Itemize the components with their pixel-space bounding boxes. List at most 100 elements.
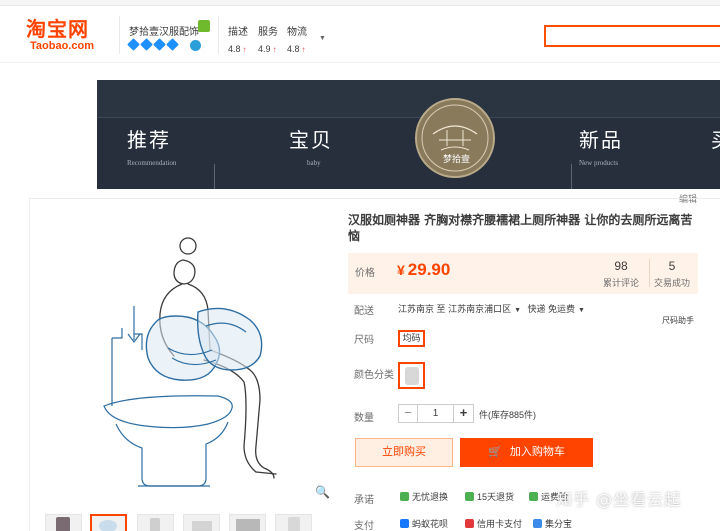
nav-label: 新品	[579, 128, 623, 152]
thumbnail-image	[288, 517, 300, 531]
banner-top-band	[97, 80, 720, 118]
nav-label: 买	[711, 124, 720, 153]
sales-count: 5 交易成功	[654, 259, 690, 289]
price-value: ¥29.90	[397, 260, 450, 280]
main-product-image[interactable]	[38, 210, 340, 508]
header-divider	[119, 16, 120, 54]
score-label: 描述	[228, 27, 248, 38]
nav-new-products[interactable]: 新品 New products	[579, 124, 623, 167]
taobao-logo[interactable]: 淘宝网 Taobao.com	[26, 18, 110, 52]
thumbnail-image	[56, 517, 70, 531]
price-number: 29.90	[407, 260, 451, 279]
price-panel: 价格 ¥29.90 98 累计评论 5 交易成功	[348, 253, 698, 294]
stat-value: 5	[668, 259, 676, 273]
thumbnail-image	[99, 520, 117, 531]
payment-item: 集分宝	[533, 517, 572, 530]
chevron-down-icon[interactable]: ▼	[319, 35, 326, 42]
huabei-icon	[400, 519, 409, 528]
size-label: 尺码	[354, 335, 374, 346]
stat-label: 累计评论	[603, 278, 640, 288]
header-divider	[218, 16, 219, 54]
shipping-info: 江苏南京 至 江苏南京浦口区 ▼ 快递 免运费 ▼	[398, 302, 589, 315]
quantity-decrement-button[interactable]: −	[398, 404, 418, 423]
shop-name[interactable]: 梦拾壹汉服配饰	[129, 23, 199, 38]
shield-check-icon	[400, 492, 409, 501]
quantity-input[interactable]: 1	[418, 404, 454, 423]
score-label: 服务	[258, 27, 278, 38]
nav-baby[interactable]: 宝贝 baby	[289, 124, 333, 167]
thumbnail[interactable]	[45, 514, 82, 531]
stat-label: 交易成功	[654, 278, 691, 288]
score-description: 描述 4.8 ↑	[228, 23, 260, 54]
seller-rating-diamonds	[127, 38, 181, 51]
thumbnail-image	[236, 519, 260, 531]
color-option[interactable]	[398, 362, 425, 389]
buy-now-button[interactable]: 立即购买	[355, 438, 453, 467]
vip-icon	[190, 40, 201, 51]
size-helper-link[interactable]: 尺码助手	[662, 315, 694, 326]
logo-text-cn: 淘宝网	[26, 17, 89, 41]
nav-sublabel: baby	[307, 159, 321, 167]
ship-from: 江苏南京	[398, 304, 435, 314]
size-option[interactable]: 均码	[398, 330, 425, 347]
quantity-increment-button[interactable]: +	[454, 404, 474, 423]
toilet-illustration	[103, 237, 277, 487]
add-to-cart-button[interactable]: 🛒 加入购物车	[460, 438, 593, 467]
quantity-label: 数量	[354, 413, 374, 424]
credit-card-icon	[465, 519, 474, 528]
ship-to-select[interactable]: 江苏南京浦口区	[448, 304, 511, 314]
diamond-icon	[166, 38, 179, 51]
add-to-cart-label: 加入购物车	[509, 446, 565, 458]
nav-buy[interactable]: 买	[711, 124, 720, 153]
logo-text-en: Taobao.com	[30, 40, 94, 52]
nav-sublabel: Recommendation	[127, 159, 177, 167]
thumbnail-image	[150, 518, 160, 531]
score-value: 4.8 ↑	[228, 44, 247, 54]
thumbnail[interactable]	[183, 514, 220, 531]
zoom-icon[interactable]: 🔍	[315, 485, 330, 499]
shop-badge-icon	[198, 20, 210, 32]
thumbnail-image	[192, 521, 212, 531]
shipping-option-select[interactable]: 快递 免运费	[528, 304, 576, 314]
shop-banner: 推荐 Recommendation 宝贝 baby 梦拾壹 新品 New pro…	[97, 80, 720, 189]
chevron-down-icon[interactable]: ▼	[514, 307, 521, 314]
score-service: 服务 4.9 ↑	[258, 23, 290, 54]
product-title: 汉服如厕神器 齐胸对襟齐腰襦裙上厕所神器 让你的去厕所远离苦恼	[348, 213, 693, 243]
stat-divider	[649, 259, 650, 287]
thumbnail-selected[interactable]	[90, 514, 127, 531]
review-count[interactable]: 98 累计评论	[603, 259, 639, 289]
thumbnail[interactable]	[275, 514, 312, 531]
score-value: 4.8 ↑	[287, 44, 306, 54]
shop-seal-logo: 梦拾壹	[415, 98, 495, 178]
search-input[interactable]	[544, 25, 720, 47]
insurance-icon	[529, 492, 538, 501]
promise-item: 15天退货	[465, 490, 514, 503]
shipping-label: 配送	[354, 306, 374, 317]
chevron-down-icon[interactable]: ▼	[578, 307, 585, 314]
thumbnail[interactable]	[229, 514, 266, 531]
payment-label: 支付	[354, 521, 374, 531]
arrow-up-icon: ↑	[301, 45, 306, 54]
nav-separator	[214, 164, 215, 189]
price-label: 价格	[355, 268, 375, 279]
seal-text: 梦拾壹	[443, 155, 471, 165]
return-icon	[465, 492, 474, 501]
stock-info: 件(库存885件)	[479, 410, 537, 420]
shop-header: 淘宝网 Taobao.com 梦拾壹汉服配饰 描述 4.8 ↑ 服务 4.9 ↑ 物…	[0, 6, 720, 62]
arrow-up-icon: ↑	[242, 45, 247, 54]
nav-label: 推荐	[127, 128, 171, 152]
payment-item: 蚂蚁花呗	[400, 517, 448, 530]
nav-label: 宝贝	[289, 128, 333, 152]
diamond-icon	[153, 38, 166, 51]
nav-sublabel: New products	[579, 159, 619, 167]
jifenbao-icon	[533, 519, 542, 528]
score-value: 4.9 ↑	[258, 44, 277, 54]
header-divider-line	[0, 62, 720, 63]
promise-item: 无忧退换	[400, 490, 448, 503]
stat-value: 98	[614, 259, 628, 273]
diamond-icon	[140, 38, 153, 51]
nav-recommendation[interactable]: 推荐 Recommendation	[127, 124, 176, 167]
thumbnail[interactable]	[137, 514, 174, 531]
payment-item: 信用卡支付	[465, 517, 522, 530]
score-label: 物流	[287, 27, 307, 38]
